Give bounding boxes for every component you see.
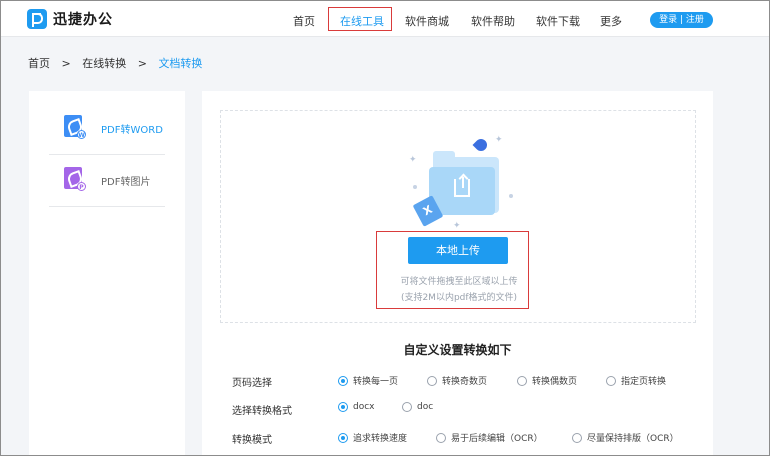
radio-label: 追求转换速度 [353, 434, 408, 444]
radio-button-icon [338, 432, 348, 443]
settings-title: 自定义设置转换如下 [403, 343, 512, 357]
page-select-label: 页码选择 [232, 378, 272, 389]
breadcrumb-home[interactable]: 首页 [28, 57, 50, 70]
radio-label: 指定页转换 [621, 377, 667, 387]
upload-illustration: X ✦ ✦ ✦ [409, 135, 519, 231]
radio-convert-specific-pages[interactable]: 指定页转换 [606, 374, 666, 387]
site-logo[interactable]: 迅捷办公 [27, 9, 113, 29]
decor-dot [413, 185, 417, 189]
decor-dot [509, 194, 513, 198]
logo-icon [27, 9, 47, 29]
nav-software-download[interactable]: 软件下载 [536, 13, 580, 29]
nav-highlight-box [328, 7, 392, 31]
sparkle-icon: ✦ [453, 221, 461, 231]
radio-label: doc [417, 402, 434, 412]
radio-format-docx[interactable]: docx [338, 402, 375, 412]
radio-label: 转换每一页 [353, 377, 399, 387]
breadcrumb-current: 文档转换 [158, 57, 203, 70]
breadcrumb-separator: > [137, 57, 147, 70]
upload-arrow-icon [454, 177, 470, 197]
sidebar-item-label: PDF转WORD [101, 125, 163, 136]
radio-label: docx [353, 402, 375, 412]
radio-mode-layout-ocr[interactable]: 尽量保持排版（OCR） [572, 431, 679, 444]
radio-button-icon [427, 375, 437, 386]
login-register-button[interactable]: 登录 | 注册 [650, 12, 713, 28]
nav-home[interactable]: 首页 [293, 13, 315, 29]
top-header: 迅捷办公 首页 在线工具 软件商城 软件帮助 软件下载 更多 登录 | 注册 [1, 1, 769, 37]
radio-button-icon [517, 375, 527, 386]
radio-mode-editable-ocr[interactable]: 易于后续编辑（OCR） [436, 431, 543, 444]
sparkle-icon: ✦ [409, 155, 417, 165]
image-badge: P [77, 182, 86, 191]
radio-label: 转换偶数页 [532, 377, 578, 387]
main-panel: X ✦ ✦ ✦ 本地上传 可将文件拖拽至此区域以上传 (支持2M以内pdf格式的… [202, 91, 713, 456]
nav-software-store[interactable]: 软件商城 [405, 13, 449, 29]
sparkle-icon: ✦ [495, 135, 503, 145]
radio-button-icon [572, 432, 582, 443]
radio-button-icon [606, 375, 616, 386]
nav-software-help[interactable]: 软件帮助 [471, 13, 515, 29]
radio-button-icon [436, 432, 446, 443]
nav-more[interactable]: 更多 [600, 13, 622, 29]
convert-mode-label: 转换模式 [232, 435, 272, 446]
format-select-label: 选择转换格式 [232, 406, 292, 417]
rocket-icon [472, 136, 490, 154]
radio-label: 尽量保持排版（OCR） [587, 434, 679, 444]
radio-button-icon [402, 402, 412, 412]
radio-convert-odd-pages[interactable]: 转换奇数页 [427, 374, 487, 387]
upload-highlight-box [376, 231, 529, 309]
breadcrumb: 首页 > 在线转换 > 文档转换 [28, 55, 210, 71]
breadcrumb-online-convert[interactable]: 在线转换 [82, 57, 126, 70]
word-badge: W [77, 130, 86, 139]
radio-label: 转换奇数页 [442, 377, 488, 387]
logo-text: 迅捷办公 [53, 12, 113, 28]
radio-convert-even-pages[interactable]: 转换偶数页 [517, 374, 577, 387]
radio-format-doc[interactable]: doc [402, 402, 433, 412]
sidebar-item-label: PDF转图片 [101, 177, 151, 188]
breadcrumb-separator: > [61, 57, 71, 70]
sidebar-item-pdf-to-image[interactable]: P PDF转图片 [49, 155, 165, 207]
radio-button-icon [338, 402, 348, 412]
sidebar: W PDF转WORD P PDF转图片 [29, 91, 185, 456]
radio-mode-speed[interactable]: 追求转换速度 [338, 431, 407, 444]
radio-convert-every-page[interactable]: 转换每一页 [338, 374, 398, 387]
radio-button-icon [338, 375, 348, 386]
upload-drop-zone[interactable]: X ✦ ✦ ✦ 本地上传 可将文件拖拽至此区域以上传 (支持2M以内pdf格式的… [220, 110, 696, 323]
sidebar-item-pdf-to-word[interactable]: W PDF转WORD [49, 103, 165, 155]
radio-label: 易于后续编辑（OCR） [451, 434, 543, 444]
